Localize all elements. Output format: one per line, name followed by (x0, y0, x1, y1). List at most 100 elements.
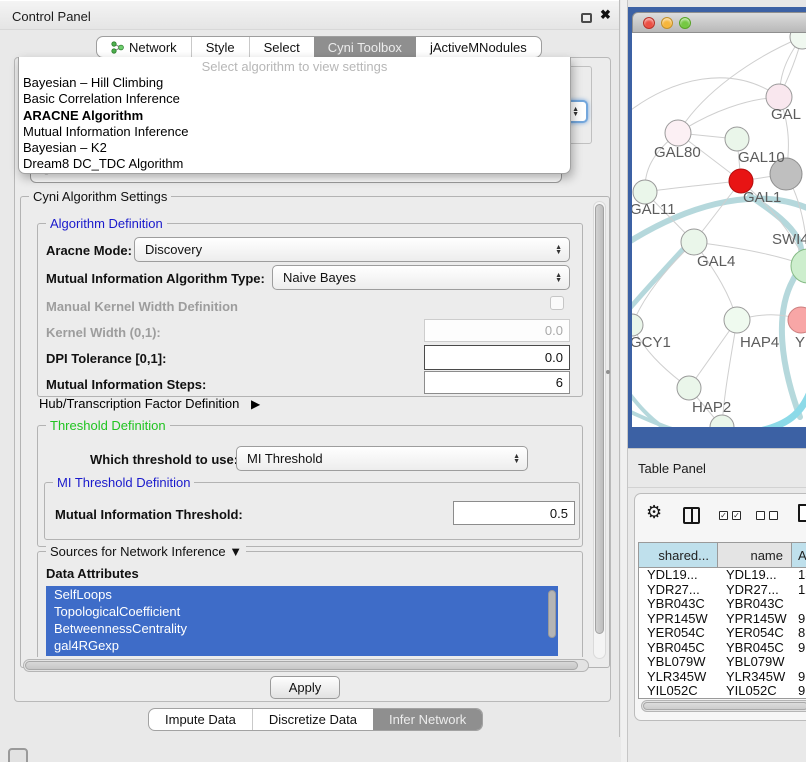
table-cell: YPR145W (639, 612, 718, 627)
tab-network[interactable]: Network (97, 37, 191, 57)
algorithm-option[interactable]: ARACNE Algorithm (19, 108, 570, 124)
node-label: GAL (771, 106, 801, 123)
table-body: YDL19...YDL19...13YDR27...YDR27...12YBR0… (639, 568, 806, 699)
collapsed-arrow-icon[interactable]: ▶ (251, 397, 260, 411)
scrollbar-thumb[interactable] (25, 661, 578, 670)
tab-impute-data[interactable]: Impute Data (149, 709, 252, 730)
dpi-tolerance-label: DPI Tolerance [0,1]: (46, 351, 166, 366)
sources-group-title[interactable]: Sources for Network Inference ▼ (46, 544, 246, 559)
list-scrollbar-thumb[interactable] (548, 590, 556, 638)
node-table: shared...nameA YDL19...YDL19...13YDR27..… (638, 542, 806, 699)
table-row[interactable]: YBL079WYBL079W (639, 655, 806, 670)
cyni-bottom-tabs: Impute Data Discretize Data Infer Networ… (148, 708, 483, 731)
apply-button[interactable]: Apply (270, 676, 340, 699)
network-window-titlebar[interactable] (632, 12, 806, 33)
tab-discretize-data[interactable]: Discretize Data (252, 709, 373, 730)
gear-icon[interactable]: ⚙ (646, 502, 662, 523)
network-node-hap4[interactable] (724, 307, 750, 333)
dpi-tolerance-field[interactable]: 0.0 (424, 345, 570, 370)
aracne-mode-combobox[interactable]: Discovery ▲▼ (134, 237, 570, 262)
checked-checkbox-icon[interactable]: ✓ (732, 511, 741, 520)
settings-group-title: Cyni Algorithm Settings (29, 189, 171, 204)
data-attribute-item[interactable]: gal4RGexp (46, 637, 558, 654)
minimize-traffic-light[interactable] (661, 17, 673, 29)
aracne-mode-label: Aracne Mode: (46, 243, 132, 258)
hub-transcription-factor-section[interactable]: Hub/Transcription Factor Definition ▶ (39, 396, 260, 411)
algorithm-option[interactable]: Mutual Information Inference (19, 124, 570, 140)
algorithm-option[interactable]: Bayesian – K2 (19, 140, 570, 156)
node-label: GAL1 (743, 189, 781, 206)
algorithm-option[interactable]: Bayesian – Hill Climbing (19, 75, 570, 91)
columns-icon[interactable] (683, 507, 700, 524)
spinner-icon: ▲▼ (513, 454, 520, 464)
network-canvas[interactable]: GALGAL80GAL10GAL1GAL11SWI4GAL4GCY1HAP4YH… (632, 33, 806, 427)
spinner-icon: ▲▼ (572, 107, 579, 117)
network-node-hap2[interactable] (677, 376, 701, 400)
table-row[interactable]: YDR27...YDR27...12 (639, 583, 806, 598)
table-container: ⚙ ✓ ✓ shared...nameA YDL19...YDL19...13Y… (634, 493, 806, 721)
algorithm-option[interactable]: Basic Correlation Inference (19, 91, 570, 107)
network-node-gal4[interactable] (681, 229, 707, 255)
network-edge-cyan (760, 387, 806, 427)
data-attribute-item[interactable]: SelfLoops (46, 586, 558, 603)
table-row[interactable]: YPR145WYPR145W9. (639, 612, 806, 627)
mi-steps-field[interactable]: 6 (424, 371, 570, 394)
algorithm-option[interactable]: Dream8 DC_TDC Algorithm (19, 156, 570, 172)
close-icon[interactable]: ✖ (600, 7, 611, 23)
mi-algorithm-type-label: Mutual Information Algorithm Type: (46, 271, 265, 286)
table-cell: 9. (792, 641, 806, 656)
network-node-gal10[interactable] (725, 127, 749, 151)
scrollbar-thumb[interactable] (595, 204, 604, 634)
table-row[interactable]: YIL052CYIL052C9 (639, 684, 806, 699)
network-view-window: GALGAL80GAL10GAL1GAL11SWI4GAL4GCY1HAP4YH… (632, 12, 806, 427)
column-header[interactable]: name (718, 543, 792, 567)
network-node-gal80[interactable] (665, 120, 691, 146)
network-node-gcy1[interactable] (632, 314, 643, 336)
tab-cyni-toolbox[interactable]: Cyni Toolbox (314, 37, 416, 57)
mi-algorithm-type-combobox[interactable]: Naive Bayes ▲▼ (272, 265, 570, 290)
float-window-icon[interactable] (581, 13, 592, 23)
data-attribute-item[interactable]: TopologicalCoefficient (46, 603, 558, 620)
column-header[interactable]: shared... (639, 543, 718, 567)
document-icon[interactable] (798, 504, 806, 522)
table-row[interactable]: YER054CYER054C8. (639, 626, 806, 641)
zoom-traffic-light[interactable] (679, 17, 691, 29)
mi-threshold-label: Mutual Information Threshold: (55, 507, 243, 522)
expanded-arrow-icon[interactable]: ▼ (229, 544, 242, 559)
table-row[interactable]: YBR045CYBR045C9. (639, 641, 806, 656)
table-horizontal-scrollbar[interactable] (641, 700, 806, 712)
table-row[interactable]: YDL19...YDL19...13 (639, 568, 806, 583)
sources-for-network-inference-group: Sources for Network Inference ▼ Data Att… (37, 551, 583, 657)
close-traffic-light[interactable] (643, 17, 655, 29)
data-attribute-item[interactable]: BetweennessCentrality (46, 620, 558, 637)
panel-splitter[interactable] (621, 0, 628, 762)
which-threshold-combobox[interactable]: MI Threshold ▲▼ (236, 446, 528, 471)
right-region: GALGAL80GAL10GAL1GAL11SWI4GAL4GCY1HAP4YH… (628, 0, 806, 762)
unchecked-checkbox-icon[interactable] (769, 511, 778, 520)
data-attributes-list[interactable]: SelfLoopsTopologicalCoefficientBetweenne… (46, 586, 558, 656)
settings-vertical-scrollbar[interactable] (593, 201, 606, 659)
kernel-width-field[interactable]: 0.0 (424, 319, 570, 342)
manual-kernel-width-checkbox[interactable] (550, 296, 564, 310)
scrollbar-thumb[interactable] (643, 702, 806, 710)
cyni-algorithm-settings-group: Cyni Algorithm Settings Algorithm Defini… (20, 196, 610, 668)
column-header[interactable]: A (792, 543, 806, 567)
tab-jactivemnodules[interactable]: jActiveMNodules (416, 37, 541, 57)
tab-infer-network[interactable]: Infer Network (373, 709, 482, 730)
table-cell: 9 (792, 684, 806, 699)
table-cell: 9. (792, 670, 806, 685)
table-row[interactable]: YBR043CYBR043C (639, 597, 806, 612)
tab-select[interactable]: Select (249, 37, 314, 57)
network-node[interactable] (790, 33, 806, 49)
panel-resize-handle[interactable] (606, 370, 610, 374)
network-desktop: GALGAL80GAL10GAL1GAL11SWI4GAL4GCY1HAP4YH… (628, 7, 806, 448)
tab-style[interactable]: Style (191, 37, 249, 57)
network-node-y[interactable] (788, 307, 806, 333)
checked-checkbox-icon[interactable]: ✓ (719, 511, 728, 520)
minimized-panel-icon[interactable] (8, 748, 28, 762)
table-row[interactable]: YLR345WYLR345W9. (639, 670, 806, 685)
mi-threshold-field[interactable]: 0.5 (453, 501, 575, 525)
unchecked-checkbox-icon[interactable] (756, 511, 765, 520)
settings-horizontal-scrollbar[interactable] (23, 659, 589, 672)
tab-network-label: Network (129, 40, 177, 55)
